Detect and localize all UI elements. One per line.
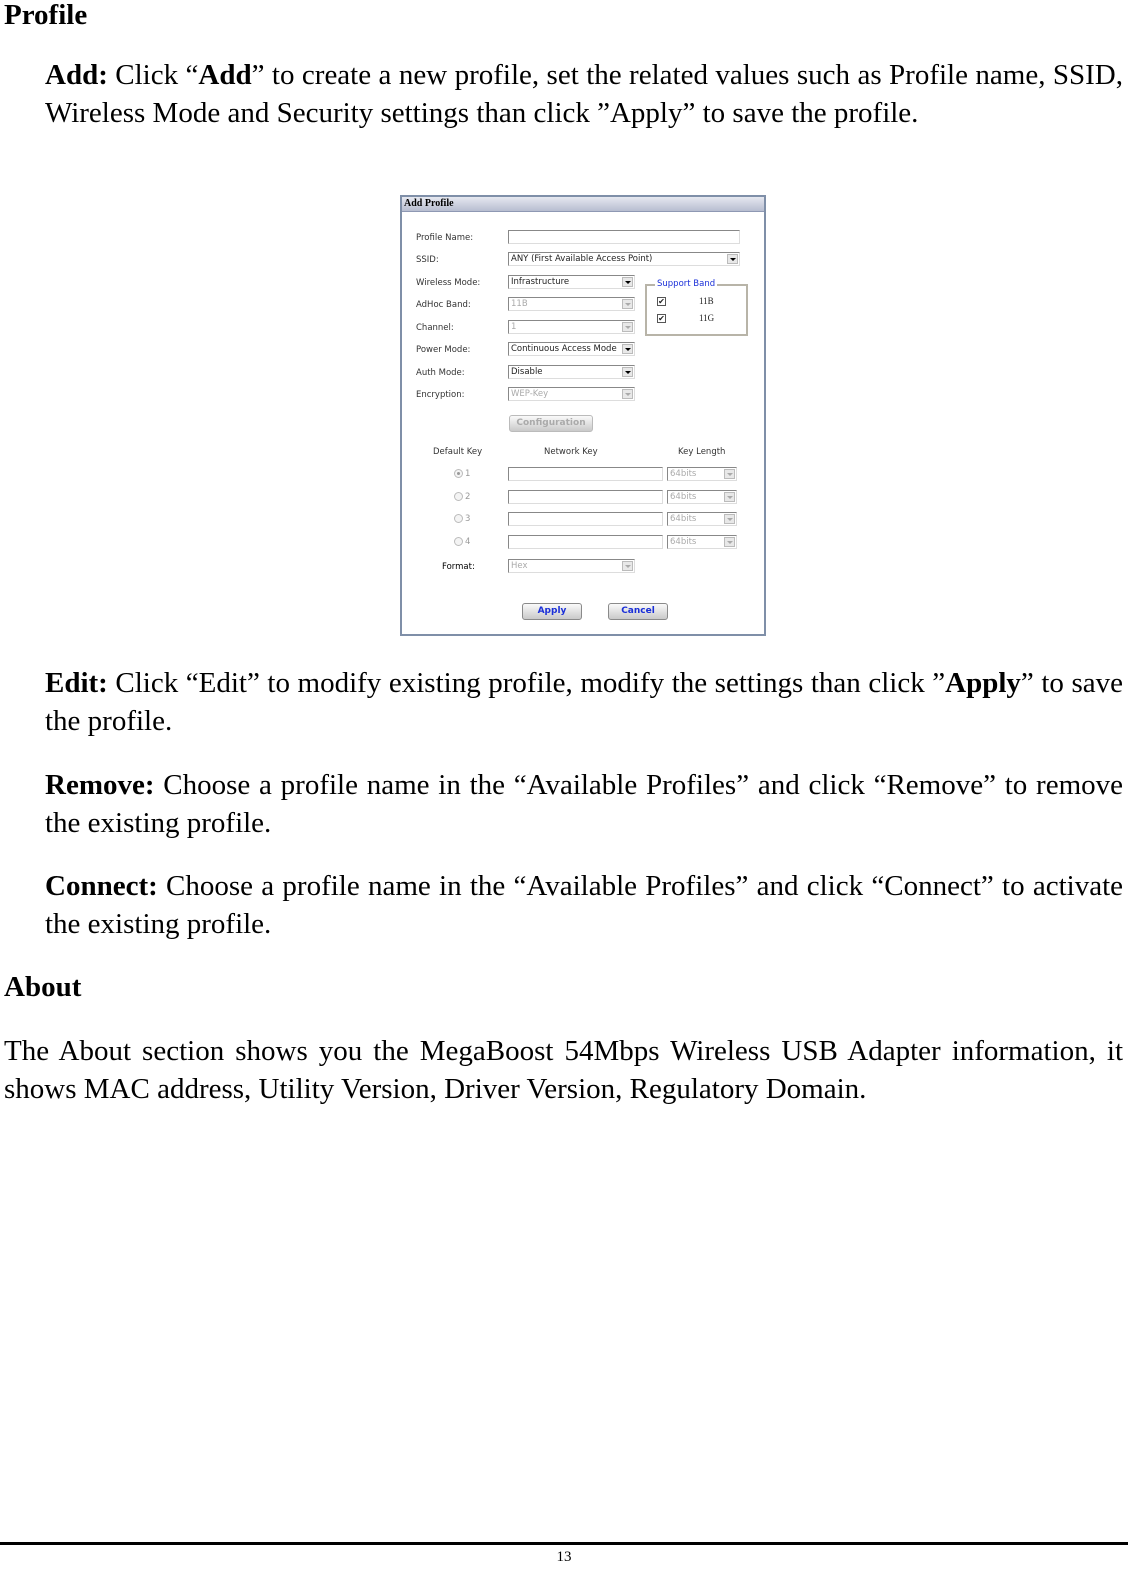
auth-mode-select[interactable]: Disable bbox=[508, 365, 635, 379]
network-key-input-3[interactable] bbox=[508, 512, 663, 526]
bold-text: Add bbox=[198, 59, 252, 91]
checkbox-11g-label: 11G bbox=[699, 313, 715, 323]
text: Click “ bbox=[107, 59, 199, 91]
default-key-radio-label: 2 bbox=[465, 492, 471, 502]
profile-name-input[interactable] bbox=[508, 230, 740, 244]
default-key-radio-label: 4 bbox=[465, 537, 471, 547]
ssid-value: ANY (First Available Access Point) bbox=[511, 254, 653, 264]
chevron-down-icon bbox=[622, 367, 633, 377]
ssid-select[interactable]: ANY (First Available Access Point) bbox=[508, 252, 740, 266]
term-connect: Connect: bbox=[45, 870, 158, 902]
chevron-down-icon bbox=[724, 514, 735, 524]
network-key-input-2[interactable] bbox=[508, 490, 663, 504]
chevron-down-icon bbox=[622, 322, 633, 332]
encryption-label: Encryption: bbox=[416, 390, 465, 400]
paragraph-remove: Remove: Choose a profile name in the “Av… bbox=[45, 766, 1123, 842]
dialog-title: Add Profile bbox=[402, 197, 764, 212]
key-length-select-3[interactable]: 64bits bbox=[667, 512, 737, 526]
channel-value: 1 bbox=[511, 322, 517, 332]
auth-mode-value: Disable bbox=[511, 367, 543, 377]
term-edit: Edit: bbox=[45, 667, 108, 699]
channel-label: Channel: bbox=[416, 323, 454, 333]
encryption-select[interactable]: WEP-Key bbox=[508, 387, 635, 401]
adhoc-band-value: 11B bbox=[511, 299, 528, 309]
chevron-down-icon bbox=[622, 344, 633, 354]
key-length-value: 64bits bbox=[670, 537, 697, 547]
apply-button[interactable]: Apply bbox=[522, 603, 582, 620]
adhoc-band-select[interactable]: 11B bbox=[508, 297, 635, 311]
wireless-mode-select[interactable]: Infrastructure bbox=[508, 275, 635, 289]
support-band-title: Support Band bbox=[655, 279, 718, 289]
default-key-radio-1[interactable] bbox=[454, 469, 463, 478]
footer-divider bbox=[0, 1542, 1128, 1545]
adhoc-band-label: AdHoc Band: bbox=[416, 300, 471, 310]
chevron-down-icon bbox=[622, 561, 633, 571]
chevron-down-icon bbox=[724, 492, 735, 502]
format-select[interactable]: Hex bbox=[508, 559, 635, 573]
format-value: Hex bbox=[511, 561, 528, 571]
add-profile-dialog: Add Profile Profile Name: SSID: ANY (Fir… bbox=[400, 195, 766, 636]
paragraph-add: Add: Click “Add” to create a new profile… bbox=[45, 56, 1123, 132]
power-mode-select[interactable]: Continuous Access Mode bbox=[508, 342, 635, 356]
cancel-button[interactable]: Cancel bbox=[608, 603, 668, 620]
key-length-value: 64bits bbox=[670, 514, 697, 524]
paragraph-connect: Connect: Choose a profile name in the “A… bbox=[45, 867, 1123, 943]
term-remove: Remove: bbox=[45, 769, 155, 801]
format-label: Format: bbox=[442, 562, 475, 572]
page-number: 13 bbox=[556, 1549, 572, 1565]
wireless-mode-value: Infrastructure bbox=[511, 277, 570, 287]
key-length-select-4[interactable]: 64bits bbox=[667, 535, 737, 549]
paragraph-about: The About section shows you the MegaBoos… bbox=[4, 1035, 1123, 1105]
ssid-label: SSID: bbox=[416, 255, 439, 265]
network-key-input-4[interactable] bbox=[508, 535, 663, 549]
default-key-radio-3[interactable] bbox=[454, 514, 463, 523]
power-mode-label: Power Mode: bbox=[416, 345, 471, 355]
profile-name-label: Profile Name: bbox=[416, 233, 474, 243]
paragraph-edit: Edit: Click “Edit” to modify existing pr… bbox=[45, 664, 1123, 740]
chevron-down-icon bbox=[724, 469, 735, 479]
key-length-value: 64bits bbox=[670, 492, 697, 502]
chevron-down-icon bbox=[727, 254, 738, 264]
bold-text: Apply bbox=[945, 667, 1021, 699]
default-key-radio-2[interactable] bbox=[454, 492, 463, 501]
encryption-value: WEP-Key bbox=[511, 389, 549, 399]
term-add: Add: bbox=[45, 59, 108, 91]
support-band-group: Support Band ✔ 11B ✔ 11G bbox=[645, 279, 748, 336]
key-length-value: 64bits bbox=[670, 469, 697, 479]
text: Choose a profile name in the “Available … bbox=[45, 769, 1123, 839]
section-heading-about: About bbox=[4, 971, 82, 1003]
default-key-radio-4[interactable] bbox=[454, 537, 463, 546]
chevron-down-icon bbox=[622, 277, 633, 287]
text: Choose a profile name in the “Available … bbox=[45, 870, 1123, 940]
chevron-down-icon bbox=[724, 537, 735, 547]
checkbox-11b-label: 11B bbox=[699, 296, 714, 306]
configuration-button[interactable]: Configuration bbox=[509, 415, 593, 432]
checkbox-11g[interactable]: ✔ bbox=[657, 314, 666, 323]
chevron-down-icon bbox=[622, 389, 633, 399]
channel-select[interactable]: 1 bbox=[508, 320, 635, 334]
power-mode-value: Continuous Access Mode bbox=[511, 344, 617, 354]
checkbox-11b[interactable]: ✔ bbox=[657, 297, 666, 306]
default-key-header: Default Key bbox=[433, 447, 483, 457]
default-key-radio-label: 3 bbox=[465, 514, 471, 524]
default-key-radio-label: 1 bbox=[465, 469, 471, 479]
wireless-mode-label: Wireless Mode: bbox=[416, 278, 481, 288]
key-length-select-1[interactable]: 64bits bbox=[667, 467, 737, 481]
key-length-header: Key Length bbox=[678, 447, 726, 457]
text: Click “Edit” to modify existing profile,… bbox=[107, 667, 946, 699]
key-length-select-2[interactable]: 64bits bbox=[667, 490, 737, 504]
section-heading-profile: Profile bbox=[4, 0, 88, 31]
network-key-header: Network Key bbox=[544, 447, 598, 457]
auth-mode-label: Auth Mode: bbox=[416, 368, 465, 378]
chevron-down-icon bbox=[622, 299, 633, 309]
network-key-input-1[interactable] bbox=[508, 467, 663, 481]
